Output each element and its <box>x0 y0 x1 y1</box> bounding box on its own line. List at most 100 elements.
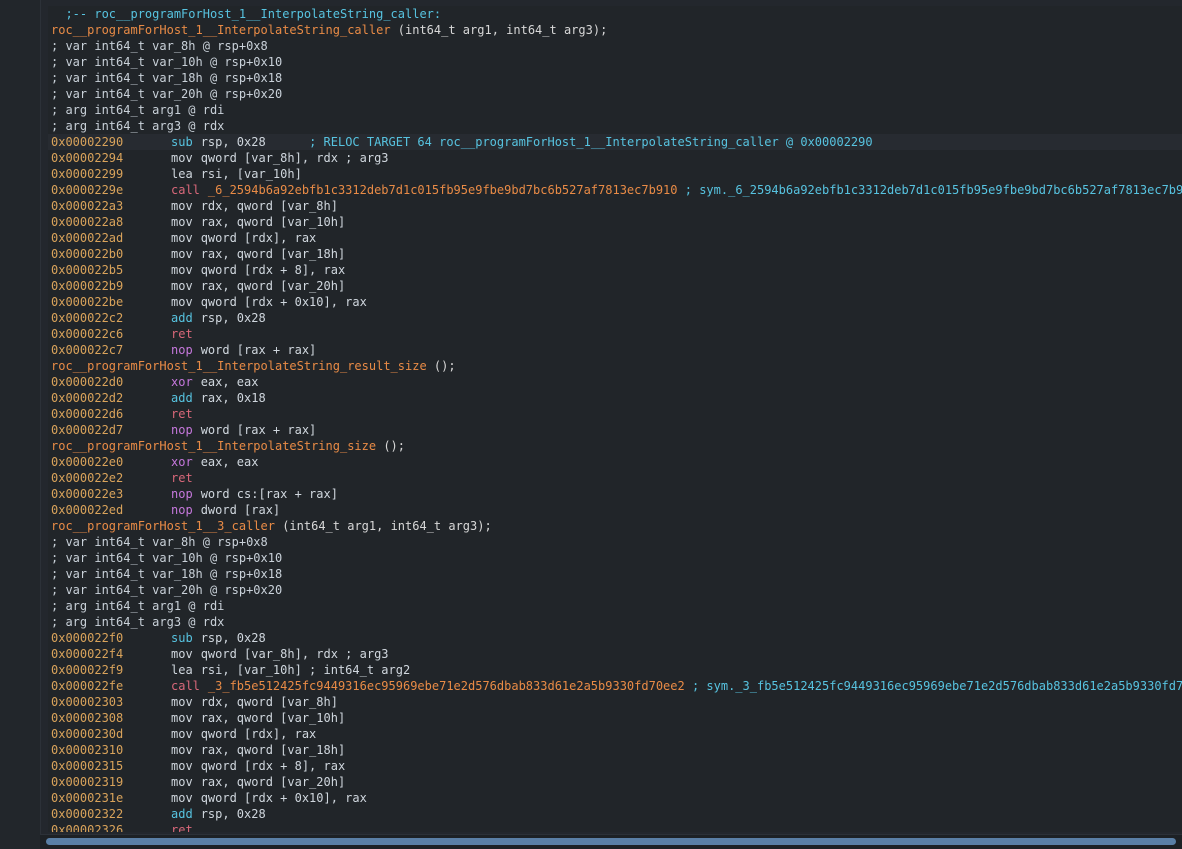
code-line[interactable]: 0x000022b5 mov qword [rdx + 8], rax <box>48 262 1182 278</box>
instruction-operands: rax, qword [var_18h] <box>200 743 346 757</box>
code-line[interactable]: ; arg int64_t arg1 @ rdi <box>48 598 1182 614</box>
horizontal-scrollbar[interactable] <box>40 834 1182 849</box>
instruction-address: 0x000022d7 <box>51 423 124 437</box>
instruction-mnemonic: mov <box>171 247 193 261</box>
code-line[interactable]: 0x000022ad mov qword [rdx], rax <box>48 230 1182 246</box>
code-line[interactable]: ; var int64_t var_20h @ rsp+0x20 <box>48 582 1182 598</box>
instruction-mnemonic: lea <box>171 167 193 181</box>
instruction-operands: qword [rdx], rax <box>200 231 317 245</box>
code-line[interactable]: ; arg int64_t arg1 @ rdi <box>48 102 1182 118</box>
code-line[interactable]: 0x0000230d mov qword [rdx], rax <box>48 726 1182 742</box>
instruction-comment: ; sym._3_fb5e512425fc9449316ec95969ebe71… <box>684 679 1182 693</box>
code-line[interactable]: 0x000022a8 mov rax, qword [var_10h] <box>48 214 1182 230</box>
code-line[interactable]: 0x000022d7 nop word [rax + rax] <box>48 422 1182 438</box>
code-line[interactable]: 0x000022b9 mov rax, qword [var_20h] <box>48 278 1182 294</box>
code-line[interactable]: ; var int64_t var_20h @ rsp+0x20 <box>48 86 1182 102</box>
instruction-mnemonic: add <box>171 311 193 325</box>
code-line[interactable]: roc__programForHost_1__InterpolateString… <box>48 358 1182 374</box>
code-line[interactable]: 0x000022e2 ret <box>48 470 1182 486</box>
code-line[interactable]: 0x000022c7 nop word [rax + rax] <box>48 342 1182 358</box>
code-line[interactable]: 0x000022d2 add rax, 0x18 <box>48 390 1182 406</box>
code-line[interactable]: 0x000022d6 ret <box>48 406 1182 422</box>
code-line[interactable]: 0x00002326 ret <box>48 822 1182 832</box>
instruction-mnemonic: ret <box>171 407 193 421</box>
instruction-mnemonic: mov <box>171 231 193 245</box>
code-line[interactable]: 0x000022be mov qword [rdx + 0x10], rax <box>48 294 1182 310</box>
code-line[interactable]: 0x000022ed nop dword [rax] <box>48 502 1182 518</box>
code-line[interactable]: 0x000022f0 sub rsp, 0x28 <box>48 630 1182 646</box>
variable-declaration: ; var int64_t var_8h @ rsp+0x8 <box>51 39 268 53</box>
instruction-mnemonic: mov <box>171 791 193 805</box>
code-line[interactable]: 0x000022c6 ret <box>48 326 1182 342</box>
instruction-mnemonic: nop <box>171 343 193 357</box>
instruction-operands: rax, qword [var_20h] <box>200 279 346 293</box>
code-line[interactable]: 0x000022b0 mov rax, qword [var_18h] <box>48 246 1182 262</box>
code-line[interactable]: 0x000022fe call _3_fb5e512425fc9449316ec95… <box>48 678 1182 694</box>
instruction-comment: ; sym._6_2594b6a92ebfb1c3312deb7d1c015fb… <box>677 183 1182 197</box>
code-line[interactable]: 0x00002322 add rsp, 0x28 <box>48 806 1182 822</box>
instruction-address: 0x0000230d <box>51 727 124 741</box>
code-line[interactable]: 0x00002308 mov rax, qword [var_10h] <box>48 710 1182 726</box>
instruction-comment: ; RELOC TARGET 64 roc__programForHost_1_… <box>265 135 873 149</box>
code-line[interactable]: 0x000022a3 mov rdx, qword [var_8h] <box>48 198 1182 214</box>
function-signature: (int64_t arg1, int64_t arg3); <box>390 23 608 37</box>
code-line[interactable]: 0x000022e0 xor eax, eax <box>48 454 1182 470</box>
code-line[interactable]: ; var int64_t var_10h @ rsp+0x10 <box>48 54 1182 70</box>
code-line[interactable]: ;-- roc__programForHost_1__InterpolateSt… <box>48 6 1182 22</box>
instruction-mnemonic: ret <box>171 471 193 485</box>
code-line[interactable]: 0x000022f9 lea rsi, [var_10h] ; int64_t ar… <box>48 662 1182 678</box>
code-line[interactable]: 0x000022f4 mov qword [var_8h], rdx ; arg3 <box>48 646 1182 662</box>
instruction-address: 0x000022b9 <box>51 279 124 293</box>
code-line[interactable]: 0x00002290 sub rsp, 0x28 ; RELOC TARGET 64… <box>48 134 1182 150</box>
code-line[interactable]: ; arg int64_t arg3 @ rdx <box>48 614 1182 630</box>
code-line[interactable]: ; arg int64_t arg3 @ rdx <box>48 118 1182 134</box>
code-line[interactable]: 0x00002319 mov rax, qword [var_20h] <box>48 774 1182 790</box>
code-line[interactable]: 0x00002303 mov rdx, qword [var_8h] <box>48 694 1182 710</box>
instruction-operands: rax, qword [var_20h] <box>200 775 346 789</box>
code-line[interactable]: 0x000022c2 add rsp, 0x28 <box>48 310 1182 326</box>
instruction-mnemonic: mov <box>171 711 193 725</box>
instruction-address: 0x00002315 <box>51 759 124 773</box>
instruction-mnemonic: call <box>171 679 200 693</box>
code-line[interactable]: 0x00002310 mov rax, qword [var_18h] <box>48 742 1182 758</box>
code-line[interactable]: roc__programForHost_1__InterpolateString… <box>48 22 1182 38</box>
code-line[interactable]: ; var int64_t var_10h @ rsp+0x10 <box>48 550 1182 566</box>
scrollbar-thumb[interactable] <box>46 838 1176 845</box>
code-line[interactable]: 0x00002299 lea rsi, [var_10h] <box>48 166 1182 182</box>
instruction-address: 0x00002299 <box>51 167 124 181</box>
disassembly-listing[interactable]: ;-- roc__programForHost_1__InterpolateSt… <box>48 6 1182 832</box>
instruction-operands: rsp, 0x28 <box>200 631 266 645</box>
function-signature: (); <box>376 439 406 453</box>
code-line[interactable]: ; var int64_t var_18h @ rsp+0x18 <box>48 70 1182 86</box>
code-line[interactable]: ; var int64_t var_8h @ rsp+0x8 <box>48 534 1182 550</box>
variable-declaration: ; var int64_t var_8h @ rsp+0x8 <box>51 535 268 549</box>
function-name: roc__programForHost_1__3_caller <box>51 519 275 533</box>
function-signature: (); <box>426 359 456 373</box>
code-line[interactable]: roc__programForHost_1__3_caller (int64_t… <box>48 518 1182 534</box>
code-line[interactable]: 0x000022e3 nop word cs:[rax + rax] <box>48 486 1182 502</box>
code-line[interactable]: 0x00002315 mov qword [rdx + 8], rax <box>48 758 1182 774</box>
instruction-mnemonic: nop <box>171 487 193 501</box>
variable-declaration: ; var int64_t var_18h @ rsp+0x18 <box>51 71 283 85</box>
instruction-address: 0x00002310 <box>51 743 124 757</box>
code-line[interactable]: 0x00002294 mov qword [var_8h], rdx ; arg3 <box>48 150 1182 166</box>
instruction-address: 0x00002319 <box>51 775 124 789</box>
code-line[interactable]: 0x0000231e mov qword [rdx + 0x10], rax <box>48 790 1182 806</box>
instruction-mnemonic: nop <box>171 423 193 437</box>
instruction-mnemonic: mov <box>171 759 193 773</box>
variable-declaration: ; var int64_t var_20h @ rsp+0x20 <box>51 87 283 101</box>
instruction-mnemonic: sub <box>171 631 193 645</box>
instruction-mnemonic: mov <box>171 295 193 309</box>
instruction-address: 0x000022ed <box>51 503 124 517</box>
code-line[interactable]: ; var int64_t var_8h @ rsp+0x8 <box>48 38 1182 54</box>
instruction-operands: qword [rdx + 0x10], rax <box>200 791 367 805</box>
code-line[interactable]: 0x0000229e call _6_2594b6a92ebfb1c3312deb7… <box>48 182 1182 198</box>
code-line[interactable]: 0x000022d0 xor eax, eax <box>48 374 1182 390</box>
code-line[interactable]: ; var int64_t var_18h @ rsp+0x18 <box>48 566 1182 582</box>
function-name: roc__programForHost_1__InterpolateString… <box>51 359 427 373</box>
flag-label: ;-- roc__programForHost_1__InterpolateSt… <box>51 7 442 21</box>
code-line[interactable]: roc__programForHost_1__InterpolateString… <box>48 438 1182 454</box>
instruction-address: 0x000022f4 <box>51 647 124 661</box>
instruction-address: 0x0000229e <box>51 183 124 197</box>
instruction-address: 0x000022d2 <box>51 391 124 405</box>
